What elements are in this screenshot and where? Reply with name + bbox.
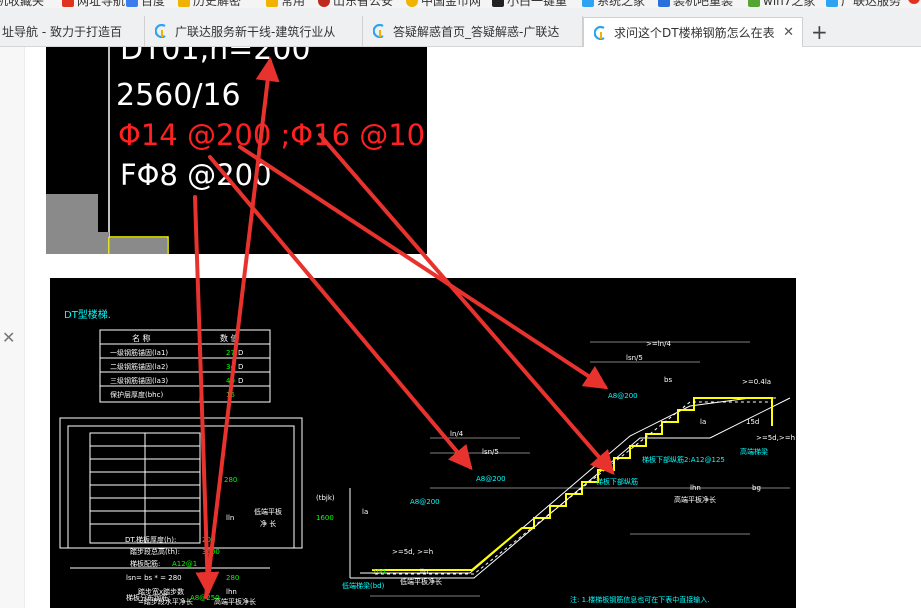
tab-title: 广联达服务新干线-建筑行业从 [175,24,336,39]
annotation-arrow [238,145,609,390]
bookmark-item[interactable]: win7之家 [748,0,815,8]
bookmark-label: 网址导航 [77,0,126,8]
annotation-arrow [318,133,615,476]
bookmark-label: 装机吧重装 [673,0,734,8]
bookmark-label: 中国金币网 [421,0,482,8]
bookmark-label: 机收藏夹 [0,0,45,8]
bookmark-label: 小白一键重 [507,0,568,8]
bookmark-item[interactable]: 系统之家 [582,0,645,8]
bookmark-item[interactable]: 广联达服务 [826,0,901,8]
new-tab-button[interactable]: + [811,22,828,42]
bookmark-item[interactable]: 常用 [266,0,305,8]
tab-qa-home[interactable]: 答疑解惑首页_答疑解惑-广联达 [363,16,583,46]
tab-question-dt-stair[interactable]: 求问这个DT楼梯钢筋怎么在表 ✕ [583,17,803,47]
bookmark-item[interactable]: 山东省公安 [318,0,393,8]
tab-strip: 址导航 - 致力于打造百 广联达服务新干线-建筑行业从 答疑解惑首页_答疑解惑-… [0,8,921,47]
bookmark-label: 广联达服务 [841,0,902,8]
bookmark-item[interactable]: 机收藏夹 [0,0,44,8]
bookmark-item[interactable]: 历史解密 [178,0,241,8]
annotation-arrow [204,57,280,599]
baidu-icon [126,0,138,7]
bookmark-item[interactable]: 装机吧重装 [658,0,733,8]
tab-glodon-service[interactable]: 广联达服务新干线-建筑行业从 [145,16,363,46]
glodon-icon [594,25,605,40]
bookmark-label: 山东省公安 [333,0,394,8]
bookmark-item[interactable]: 小白一键重 [492,0,567,8]
glodon-icon [373,24,384,38]
police-badge-icon [318,0,330,7]
bookmark-label: win7之家 [763,0,816,8]
xiaobai-icon [492,0,504,7]
bookmark-label: 百度 [141,0,166,8]
annotation-arrows [193,57,615,599]
bookmark-item[interactable]: 网址导航 [62,0,125,8]
page-content: ✕ DT01,h=200 2560/16 Φ14 @200 ;Φ16 @100 … [0,47,921,608]
win7-icon [748,0,760,7]
annotation-arrow [208,155,473,471]
zhuangjiba-icon [658,0,670,7]
coin-icon [406,0,418,7]
tab-title: 求问这个DT楼梯钢筋怎么在表 [614,26,775,40]
bookmarks-bar: 机收藏夹 网址导航 百度 历史解密 常用 山东省公安 中国金币网 小白一键重 系… [0,0,921,8]
bookmark-label: 常用 [281,0,306,8]
tab-title: 答疑解惑首页_答疑解惑-广联达 [393,24,560,39]
tab-hao123[interactable]: 址导航 - 致力于打造百 [0,16,145,46]
annotation-arrow [193,195,220,596]
weibo-icon [908,0,920,4]
folder-icon [178,0,190,7]
tab-title: 址导航 - 致力于打造百 [2,24,122,39]
bookmark-label: 历史解密 [193,0,242,8]
glodon-icon [826,0,838,7]
glodon-icon [155,24,166,38]
bookmark-item[interactable] [908,0,920,4]
bookmark-item[interactable]: 中国金币网 [406,0,481,8]
bookmark-item[interactable]: 百度 [126,0,165,8]
folder-icon [266,0,278,7]
system-home-icon [582,0,594,7]
bookmark-label: 系统之家 [597,0,646,8]
hao123-icon [62,0,74,7]
close-icon[interactable]: ✕ [783,25,794,40]
